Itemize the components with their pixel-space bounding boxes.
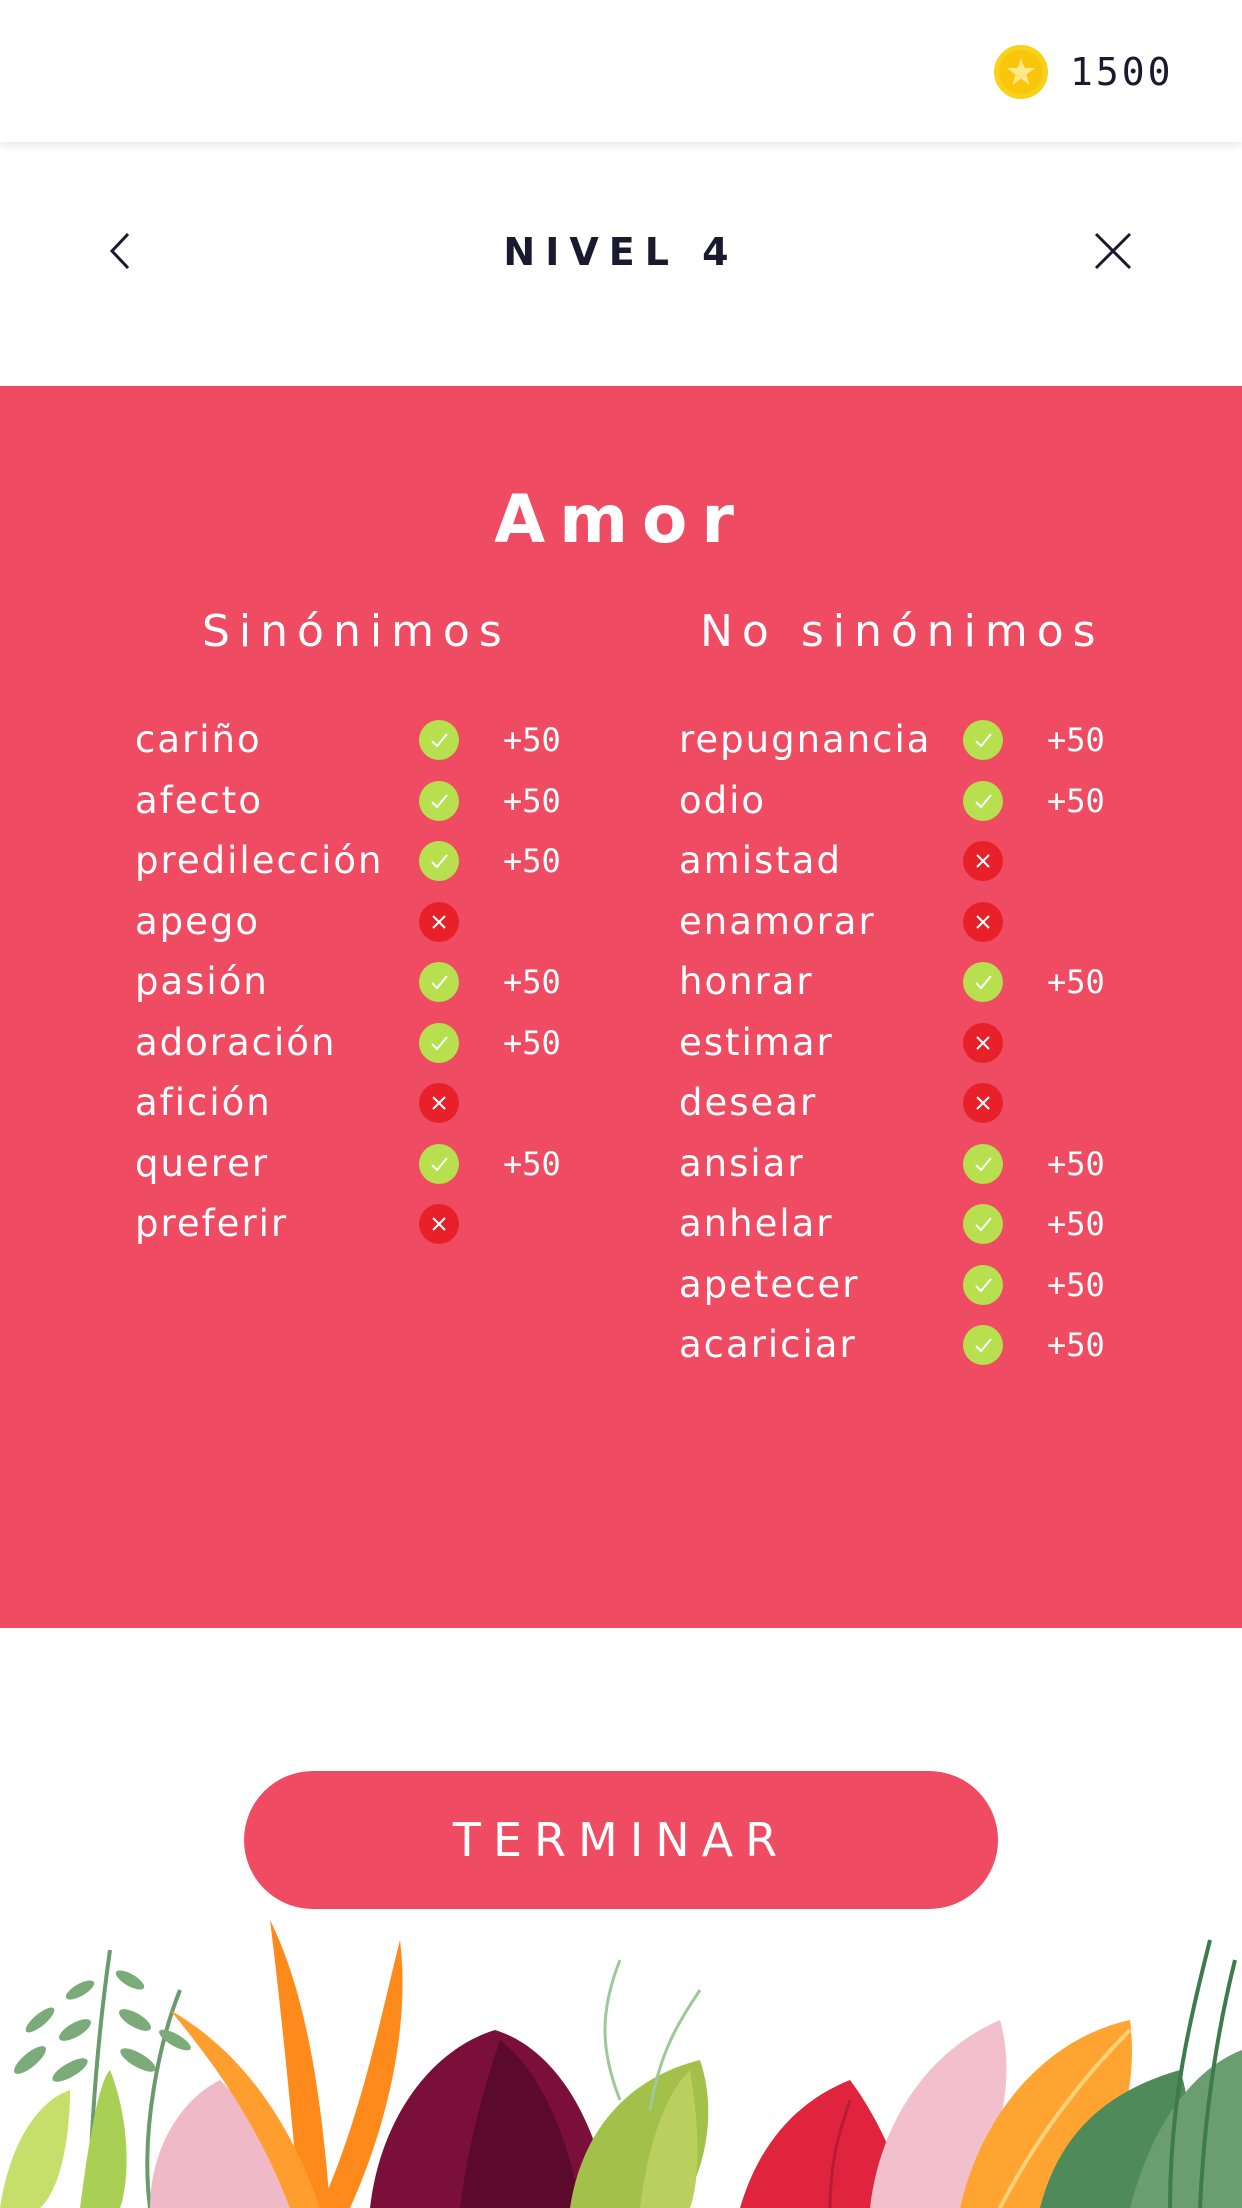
check-icon bbox=[419, 1143, 459, 1184]
word-row: preferir bbox=[135, 1200, 615, 1261]
word-row: adoración +50 bbox=[135, 1019, 615, 1080]
word-row: ansiar +50 bbox=[679, 1140, 1159, 1201]
check-icon bbox=[963, 720, 1003, 760]
close-button[interactable] bbox=[1090, 228, 1136, 274]
word-label: apego bbox=[135, 899, 261, 943]
points-label: +50 bbox=[1047, 1265, 1105, 1304]
x-icon bbox=[419, 1083, 459, 1123]
points-label: +50 bbox=[1047, 1326, 1105, 1364]
word-label: cariño bbox=[135, 718, 262, 761]
top-bar: 1500 bbox=[0, 0, 1242, 142]
target-word: Amor bbox=[494, 481, 748, 558]
word-row: afición bbox=[135, 1079, 615, 1140]
check-icon bbox=[963, 1143, 1003, 1184]
word-row: afecto +50 bbox=[135, 777, 615, 838]
word-label: desear bbox=[679, 1081, 818, 1124]
word-row: querer +50 bbox=[135, 1140, 615, 1201]
x-icon bbox=[963, 1083, 1003, 1123]
word-label: afición bbox=[135, 1081, 272, 1124]
points-label: +50 bbox=[503, 781, 561, 820]
synonyms-heading: Sinónimos bbox=[202, 606, 511, 657]
word-label: apetecer bbox=[679, 1262, 860, 1306]
word-row: estimar bbox=[679, 1019, 1159, 1080]
word-label: odio bbox=[679, 778, 767, 822]
points-label: +50 bbox=[503, 1023, 561, 1062]
word-row: honrar +50 bbox=[679, 958, 1159, 1019]
x-icon bbox=[419, 1204, 459, 1244]
check-icon bbox=[419, 841, 459, 881]
word-row: acariciar +50 bbox=[679, 1321, 1159, 1382]
points-label: +50 bbox=[1047, 1205, 1105, 1243]
check-icon bbox=[419, 720, 459, 760]
word-row: desear bbox=[679, 1079, 1159, 1140]
word-row: apetecer +50 bbox=[679, 1261, 1159, 1322]
coin-count: 1500 bbox=[1070, 50, 1174, 94]
word-row: pasión +50 bbox=[135, 958, 615, 1019]
word-label: querer bbox=[135, 1141, 270, 1185]
non-synonyms-list: repugnancia +50 odio +50 amistad enamorar honr… bbox=[679, 716, 1159, 1382]
points-label: +50 bbox=[503, 963, 561, 1001]
x-icon bbox=[419, 901, 459, 942]
word-row: predilección +50 bbox=[135, 837, 615, 898]
synonyms-list: cariño +50 afecto +50 predilección +50 apego pa… bbox=[135, 716, 615, 1261]
word-label: afecto bbox=[135, 778, 263, 822]
word-row: apego bbox=[135, 898, 615, 959]
word-label: honrar bbox=[679, 960, 814, 1003]
points-label: +50 bbox=[1047, 963, 1105, 1001]
level-title: NIVEL 4 bbox=[503, 230, 739, 274]
word-label: amistad bbox=[679, 839, 842, 882]
word-label: anhelar bbox=[679, 1202, 834, 1245]
foliage-illustration bbox=[0, 1920, 1242, 2208]
word-label: enamorar bbox=[679, 899, 876, 943]
check-icon bbox=[963, 1264, 1003, 1305]
close-icon bbox=[1094, 232, 1132, 270]
check-icon bbox=[419, 780, 459, 821]
check-icon bbox=[963, 1204, 1003, 1244]
word-label: ansiar bbox=[679, 1141, 805, 1185]
check-icon bbox=[963, 780, 1003, 821]
points-label: +50 bbox=[503, 721, 561, 759]
points-label: +50 bbox=[503, 1144, 561, 1183]
non-synonyms-heading: No sinónimos bbox=[700, 606, 1105, 657]
results-panel: Amor Sinónimos No sinónimos cariño +50 afe… bbox=[0, 386, 1242, 1628]
word-label: preferir bbox=[135, 1202, 289, 1245]
points-label: +50 bbox=[1047, 781, 1105, 820]
x-icon bbox=[963, 841, 1003, 881]
check-icon bbox=[419, 1022, 459, 1063]
points-label: +50 bbox=[503, 842, 561, 880]
finish-button[interactable]: TERMINAR bbox=[244, 1771, 998, 1909]
coin-icon bbox=[994, 45, 1048, 99]
word-label: repugnancia bbox=[679, 718, 932, 761]
word-row: odio +50 bbox=[679, 777, 1159, 838]
check-icon bbox=[963, 962, 1003, 1002]
points-label: +50 bbox=[1047, 1144, 1105, 1183]
check-icon bbox=[963, 1325, 1003, 1365]
word-row: anhelar +50 bbox=[679, 1200, 1159, 1261]
x-icon bbox=[963, 901, 1003, 942]
word-row: enamorar bbox=[679, 898, 1159, 959]
word-label: pasión bbox=[135, 960, 269, 1003]
check-icon bbox=[419, 962, 459, 1002]
word-label: adoración bbox=[135, 1020, 337, 1064]
word-row: cariño +50 bbox=[135, 716, 615, 777]
word-row: repugnancia +50 bbox=[679, 716, 1159, 777]
x-icon bbox=[963, 1022, 1003, 1063]
word-row: amistad bbox=[679, 837, 1159, 898]
points-label: +50 bbox=[1047, 721, 1105, 759]
word-label: predilección bbox=[135, 839, 384, 882]
word-label: acariciar bbox=[679, 1323, 857, 1366]
word-label: estimar bbox=[679, 1020, 834, 1064]
